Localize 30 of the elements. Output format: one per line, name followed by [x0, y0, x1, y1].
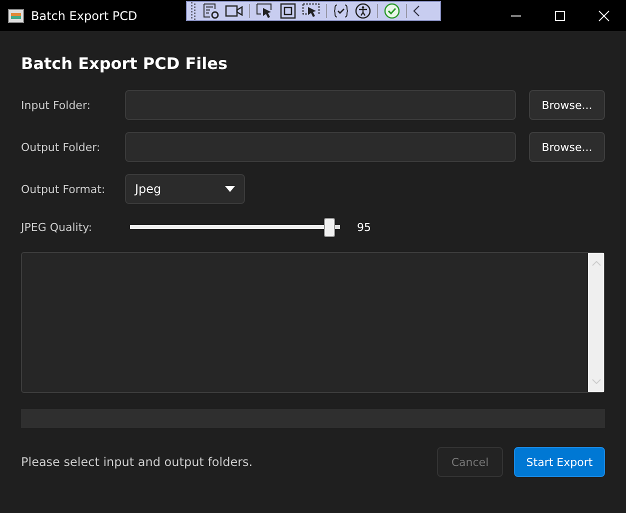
- collapse-icon[interactable]: [413, 5, 421, 17]
- start-export-button[interactable]: Start Export: [514, 447, 605, 477]
- frame-icon[interactable]: [280, 3, 296, 19]
- dialog-heading: Batch Export PCD Files: [21, 54, 228, 73]
- maximize-icon[interactable]: [554, 10, 566, 22]
- quality-value: 95: [357, 220, 371, 234]
- slider-thumb[interactable]: [324, 218, 334, 236]
- status-text: Please select input and output folders.: [21, 455, 253, 469]
- field-label: Output Folder:: [21, 140, 102, 154]
- grip-icon[interactable]: [191, 2, 197, 20]
- page-settings-icon[interactable]: [203, 3, 219, 19]
- field-label: JPEG Quality:: [21, 220, 94, 234]
- quality-slider[interactable]: [130, 218, 340, 236]
- folder-field[interactable]: [125, 132, 516, 162]
- folder-field[interactable]: [125, 90, 516, 120]
- browse-button[interactable]: Browse...: [529, 90, 605, 120]
- pointer-icon[interactable]: [256, 3, 274, 19]
- browse-button[interactable]: Browse...: [529, 132, 605, 162]
- select-icon[interactable]: [302, 3, 320, 19]
- binding-icon[interactable]: [333, 4, 349, 18]
- accessibility-icon[interactable]: [355, 3, 371, 19]
- check-icon[interactable]: [384, 3, 400, 19]
- camera-icon[interactable]: [225, 4, 243, 18]
- dropdown-arrow-icon: [225, 186, 235, 192]
- field-label: Output Format:: [21, 182, 106, 196]
- window-title: Batch Export PCD: [31, 8, 138, 22]
- app-icon: [8, 8, 24, 22]
- format-dropdown[interactable]: Jpeg: [125, 174, 245, 204]
- close-icon[interactable]: [598, 10, 610, 22]
- field-label: Input Folder:: [21, 98, 92, 112]
